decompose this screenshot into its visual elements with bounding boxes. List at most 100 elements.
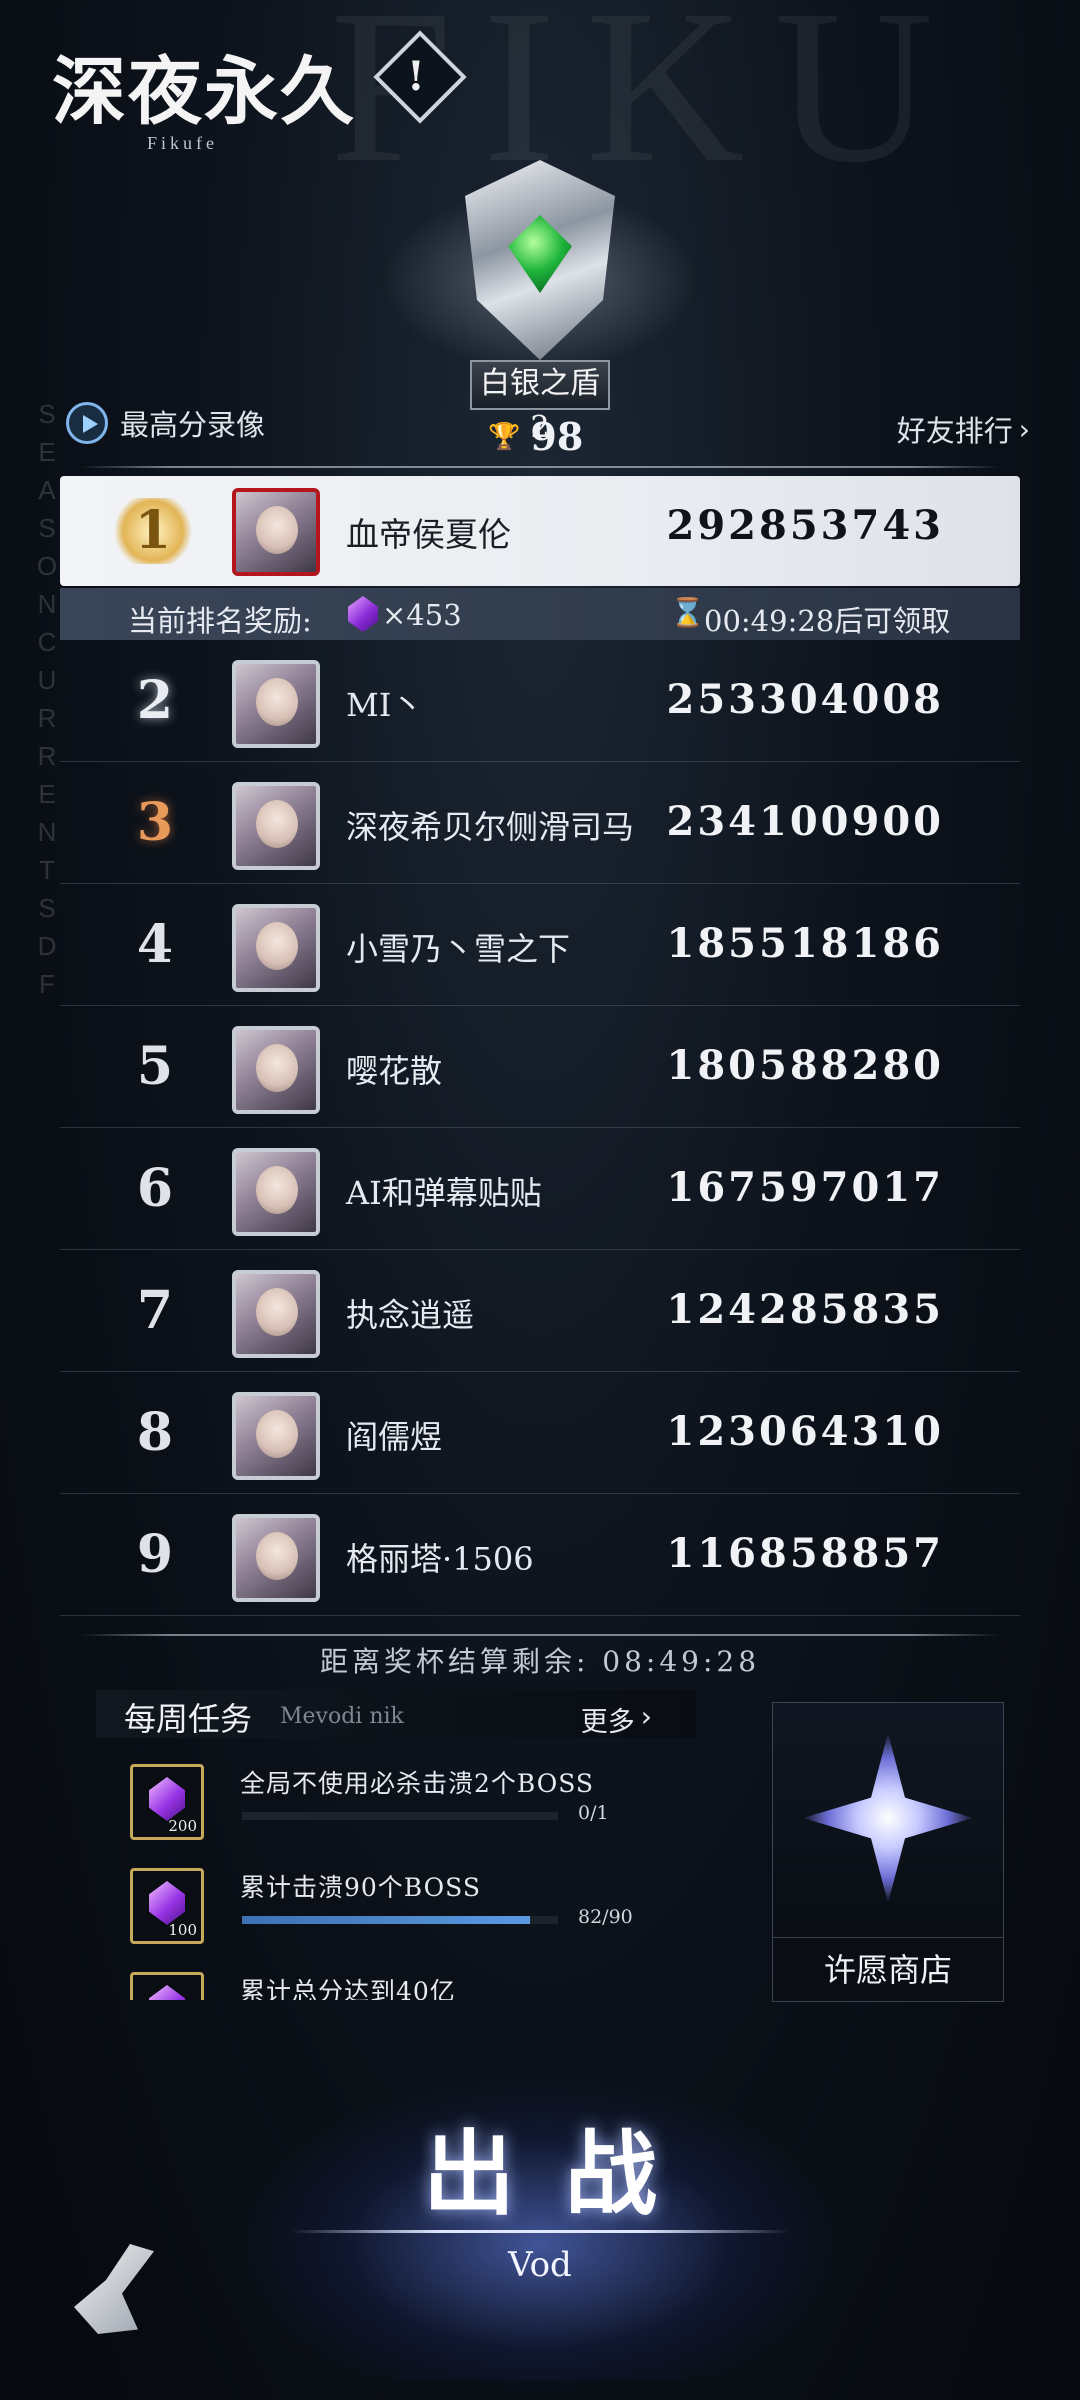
leaderboard-row[interactable]: 5 嘤花散 180588280 — [60, 1006, 1020, 1128]
guild-emblem-icon[interactable] — [74, 2244, 154, 2334]
purple-gem-icon — [149, 1881, 185, 1925]
player-name: 深夜希贝尔侧滑司马 — [346, 808, 635, 846]
player-score: 116858857 — [666, 1530, 944, 1577]
task-progress-bar — [242, 1812, 558, 1820]
battle-title: 出战 — [422, 2120, 707, 2228]
player-name: 血帝侯夏伦 — [346, 515, 511, 554]
reward-quantity: ×453 — [382, 598, 462, 632]
divider — [80, 466, 1000, 468]
task-reward-amount: 100 — [168, 1921, 197, 1939]
weekly-task-panel: 每周任务 Mevodi nik 更多 › 200 全局不使用必杀击溃2个BOSS… — [96, 1690, 696, 2000]
leaderboard-row-1[interactable]: 1 血帝侯夏伦 292853743 — [60, 476, 1020, 586]
player-name: 格丽塔·1506 — [346, 1540, 534, 1578]
purple-gem-icon — [149, 1985, 185, 2000]
task-reward-box — [130, 1972, 204, 2000]
player-name: 小雪乃丶雪之下 — [346, 930, 571, 968]
player-score: 253304008 — [666, 676, 944, 723]
player-name: 嘤花散 — [346, 1052, 443, 1090]
battle-button[interactable]: 出战 Vod — [290, 2100, 790, 2300]
task-item[interactable]: 累计总分达到40亿 — [96, 1962, 696, 2000]
battle-divider — [290, 2230, 790, 2233]
task-description: 累计击溃90个BOSS — [240, 1873, 481, 1902]
reward-label: 当前排名奖励: — [128, 604, 312, 638]
rank-tier-name: 白银之盾2 — [470, 360, 610, 445]
trophy-settlement-countdown: 距离奖杯结算剩余: 08:49:28 — [319, 1645, 761, 1678]
task-progress-text: 0/1 — [578, 1802, 609, 1824]
avatar[interactable] — [232, 782, 320, 870]
leaderboard-row[interactable]: 2 MI丶 253304008 — [60, 640, 1020, 762]
player-score: 167597017 — [666, 1164, 944, 1211]
rank-number: 8 — [136, 1402, 174, 1463]
rank-number: 6 — [136, 1158, 174, 1219]
play-icon — [66, 402, 108, 444]
avatar[interactable] — [232, 1148, 320, 1236]
leaderboard-row[interactable]: 9 格丽塔·1506 116858857 — [60, 1494, 1020, 1616]
task-title-en: Mevodi nik — [280, 1704, 404, 1729]
rank-number: 4 — [136, 914, 174, 975]
avatar[interactable] — [232, 904, 320, 992]
player-score: 185518186 — [666, 920, 944, 967]
leaderboard-row[interactable]: 8 阎儒煜 123064310 — [60, 1372, 1020, 1494]
wish-shop-button[interactable]: 许愿商店 — [772, 1702, 1004, 2002]
chevron-right-icon: › — [640, 1700, 652, 1733]
hourglass-icon: ⌛ — [670, 596, 705, 629]
bronze-rank-badge-icon: 3 — [136, 792, 174, 853]
task-title: 每周任务 — [124, 1700, 253, 1738]
task-reward-box: 200 — [130, 1764, 204, 1840]
player-name: AI和弹幕贴贴 — [346, 1174, 542, 1212]
avatar[interactable] — [232, 1270, 320, 1358]
task-reward-amount: 200 — [168, 1817, 197, 1835]
friend-ranking-button[interactable]: 好友排行 › — [897, 408, 1030, 450]
player-name: MI丶 — [346, 686, 424, 724]
current-reward-bar: 当前排名奖励: ×453 ⌛ 00:49:28后可领取 — [60, 588, 1020, 640]
player-score: 124285835 — [666, 1286, 944, 1333]
best-record-label: 最高分录像 — [120, 408, 266, 442]
trophy-count: 98 — [530, 414, 584, 459]
task-description: 全局不使用必杀击溃2个BOSS — [240, 1769, 595, 1798]
player-name: 执念逍遥 — [346, 1296, 475, 1334]
player-score: 292853743 — [666, 502, 944, 549]
game-logo: 深夜永久 Fikufe ! — [52, 30, 467, 154]
player-score: 234100900 — [666, 798, 944, 845]
wish-shop-label: 许愿商店 — [773, 1937, 1003, 2001]
reward-time-left: 00:49:28后可领取 — [704, 604, 951, 638]
season-vertical-text: SEASONCURRENTSDF — [36, 399, 58, 999]
trophy-display: 🏆 98 — [488, 414, 583, 459]
rank-number: 5 — [136, 1036, 174, 1097]
leaderboard-row[interactable]: 7 执念逍遥 124285835 — [60, 1250, 1020, 1372]
purple-gem-icon — [348, 596, 378, 632]
more-label: 更多 — [580, 1707, 635, 1738]
avatar[interactable] — [232, 1514, 320, 1602]
trophy-icon: 🏆 — [488, 421, 521, 452]
more-tasks-button[interactable]: 更多 › — [581, 1700, 652, 1739]
task-item[interactable]: 200 全局不使用必杀击溃2个BOSS 0/1 — [96, 1754, 696, 1858]
leaderboard-row[interactable]: 6 AI和弹幕贴贴 167597017 — [60, 1128, 1020, 1250]
task-progress-text: 82/90 — [578, 1906, 633, 1928]
rank-number: 7 — [136, 1280, 174, 1341]
task-header: 每周任务 Mevodi nik 更多 › — [96, 1690, 696, 1738]
task-description: 累计总分达到40亿 — [240, 1977, 456, 2000]
purple-gem-icon — [149, 1777, 185, 1821]
avatar[interactable] — [232, 1392, 320, 1480]
avatar[interactable] — [232, 488, 320, 576]
silver-rank-badge-icon: 2 — [136, 670, 174, 731]
friend-ranking-label: 好友排行 — [896, 414, 1013, 448]
divider — [80, 1634, 1000, 1636]
leaderboard-row[interactable]: 4 小雪乃丶雪之下 185518186 — [60, 884, 1020, 1006]
task-item[interactable]: 100 累计击溃90个BOSS 82/90 — [96, 1858, 696, 1962]
player-score: 123064310 — [666, 1408, 944, 1455]
leaderboard-list: 2 MI丶 253304008 3 深夜希贝尔侧滑司马 234100900 4 … — [60, 640, 1020, 1616]
leaderboard-row[interactable]: 3 深夜希贝尔侧滑司马 234100900 — [60, 762, 1020, 884]
chevron-right-icon: › — [1018, 412, 1030, 446]
task-progress-bar — [242, 1916, 558, 1924]
avatar[interactable] — [232, 1026, 320, 1114]
battle-subtitle: Vod — [508, 2245, 572, 2285]
player-name: 阎儒煜 — [346, 1418, 443, 1456]
game-title: 深夜永久 — [52, 49, 356, 135]
crystal-star-icon — [803, 1733, 973, 1903]
rank-number: 9 — [136, 1524, 174, 1585]
best-record-button[interactable]: 最高分录像 — [66, 402, 265, 444]
gold-rank-badge-icon: 1 — [110, 498, 196, 564]
player-score: 180588280 — [666, 1042, 944, 1089]
avatar[interactable] — [232, 660, 320, 748]
